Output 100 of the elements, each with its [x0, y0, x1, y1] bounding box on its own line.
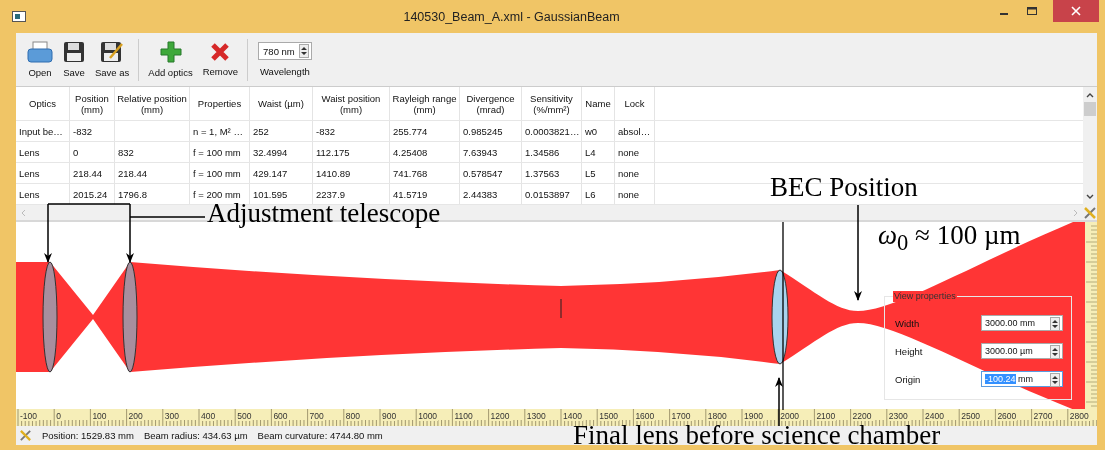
ruler-label: 1700 — [670, 411, 692, 421]
table-cell: none — [615, 163, 655, 183]
table-cell: f = 200 mm — [190, 184, 250, 204]
table-cell: none — [615, 142, 655, 162]
ruler-label: 800 — [344, 411, 361, 421]
table-cell: 101.595 — [250, 184, 313, 204]
column-header[interactable]: Waist (µm) — [250, 87, 313, 120]
column-header[interactable]: Rayleigh range (mm) — [390, 87, 460, 120]
scrollbar-thumb[interactable] — [1084, 102, 1096, 116]
spin-arrows-icon[interactable] — [1050, 316, 1060, 331]
ruler-label: -100 — [19, 411, 38, 421]
table-cell: 1796.8 — [115, 184, 190, 204]
table-cell: absol… — [615, 121, 655, 141]
column-header[interactable]: Sensitivity (%/mm²) — [522, 87, 582, 120]
table-cell: 32.4994 — [250, 142, 313, 162]
ruler-label: 300 — [163, 411, 180, 421]
floppy-icon — [63, 41, 85, 63]
column-header[interactable]: Divergence (mrad) — [460, 87, 522, 120]
status-text: Position: 1529.83 mm — [42, 430, 134, 441]
table-cell: 1410.89 — [313, 163, 390, 183]
table-cell: -832 — [70, 121, 115, 141]
column-header[interactable]: Waist position (mm) — [313, 87, 390, 120]
cross-icon — [210, 42, 231, 62]
tools-icon — [19, 429, 32, 442]
spin-arrows-icon[interactable] — [1050, 344, 1060, 359]
table-cell: 255.774 — [390, 121, 460, 141]
table-cell: 429.147 — [250, 163, 313, 183]
ruler-label: 2200 — [851, 411, 873, 421]
spin-field[interactable]: -100.24 mm — [981, 371, 1063, 387]
column-header[interactable]: Properties — [190, 87, 250, 120]
column-header[interactable]: Position (mm) — [70, 87, 115, 120]
spin-field[interactable]: 3000.00 mm — [981, 315, 1063, 331]
ruler-label: 2000 — [779, 411, 801, 421]
table-cell: 0 — [70, 142, 115, 162]
vertical-scrollbar[interactable] — [1083, 87, 1097, 205]
ruler-label: 1900 — [743, 411, 764, 421]
table-cell: Lens — [16, 163, 70, 183]
field-label: Height — [895, 345, 923, 357]
toolbar-button[interactable]: Save — [58, 39, 90, 80]
spin-field[interactable]: 3000.00 µm — [981, 343, 1063, 359]
ruler-label: 600 — [272, 411, 289, 421]
ruler-label: 400 — [200, 411, 217, 421]
ruler-label: 2400 — [924, 411, 945, 421]
ruler-label: 200 — [127, 411, 144, 421]
column-header[interactable]: Relative position (mm) — [115, 87, 190, 120]
ruler-label: 1100 — [453, 411, 474, 421]
maximize-icon[interactable] — [1025, 4, 1039, 18]
toolbar-button[interactable]: Add optics — [143, 39, 198, 80]
annotation-label: ω$_{0}$ ≈ 100 µm — [878, 220, 1021, 258]
ruler-label: 100 — [91, 411, 108, 421]
ruler-label: 2800 — [1068, 411, 1090, 421]
floppy-pencil-icon — [100, 41, 125, 63]
ruler-label: 500 — [236, 411, 253, 421]
printer-icon — [27, 41, 53, 63]
table-cell: w0 — [582, 121, 615, 141]
ruler-label: 2700 — [1032, 411, 1054, 421]
table-cell: L6 — [582, 184, 615, 204]
close-button[interactable] — [1053, 0, 1099, 22]
lens[interactable] — [42, 261, 58, 373]
table-cell: 112.175 — [313, 142, 390, 162]
close-icon — [1071, 6, 1081, 16]
table-cell: 2015.24 — [70, 184, 115, 204]
toolbar-button[interactable]: Remove — [197, 40, 244, 79]
wavelength-field[interactable]: 780 nm — [258, 42, 312, 60]
table-cell: 218.44 — [115, 163, 190, 183]
table-cell: 41.5719 — [390, 184, 460, 204]
table-cell: 0.0153897 — [522, 184, 582, 204]
column-header[interactable]: Optics — [16, 87, 70, 120]
table-cell: Lens — [16, 142, 70, 162]
table-cell: L5 — [582, 163, 615, 183]
plus-icon — [159, 41, 182, 63]
table-cell: 1.37563 — [522, 163, 582, 183]
lens[interactable] — [122, 261, 138, 373]
tools-icon[interactable] — [1083, 205, 1097, 220]
spin-arrows-icon[interactable] — [298, 44, 309, 58]
table-cell: 741.768 — [390, 163, 460, 183]
field-label: Width — [895, 317, 920, 329]
toolbar-button[interactable]: Open — [22, 39, 58, 80]
ruler-label: 1200 — [489, 411, 511, 421]
ruler-label: 1500 — [598, 411, 620, 421]
table-cell: 2.44383 — [460, 184, 522, 204]
column-header[interactable]: Lock — [615, 87, 655, 120]
column-header[interactable]: Name — [582, 87, 615, 120]
ruler-label: 1600 — [634, 411, 656, 421]
ruler-label: 2500 — [960, 411, 982, 421]
toolbar-button[interactable]: Save as — [90, 39, 135, 80]
table-cell: f = 100 mm — [190, 142, 250, 162]
table-cell: 7.63943 — [460, 142, 522, 162]
waist-marker — [560, 298, 562, 319]
spin-arrows-icon[interactable] — [1050, 372, 1060, 387]
field-label: Origin — [895, 373, 921, 385]
lens[interactable] — [771, 269, 789, 365]
table-cell: 2237.9 — [313, 184, 390, 204]
chevron-up-icon[interactable] — [1085, 91, 1095, 99]
status-text: Beam radius: 434.63 µm — [143, 430, 248, 441]
status-text: Beam curvature: 4744.80 mm — [257, 430, 383, 441]
chevron-down-icon[interactable] — [1085, 193, 1095, 201]
annotation-label: Final lens before science chamber — [573, 423, 941, 447]
table-cell: Lens — [16, 184, 70, 204]
table-cell: none — [615, 184, 655, 204]
